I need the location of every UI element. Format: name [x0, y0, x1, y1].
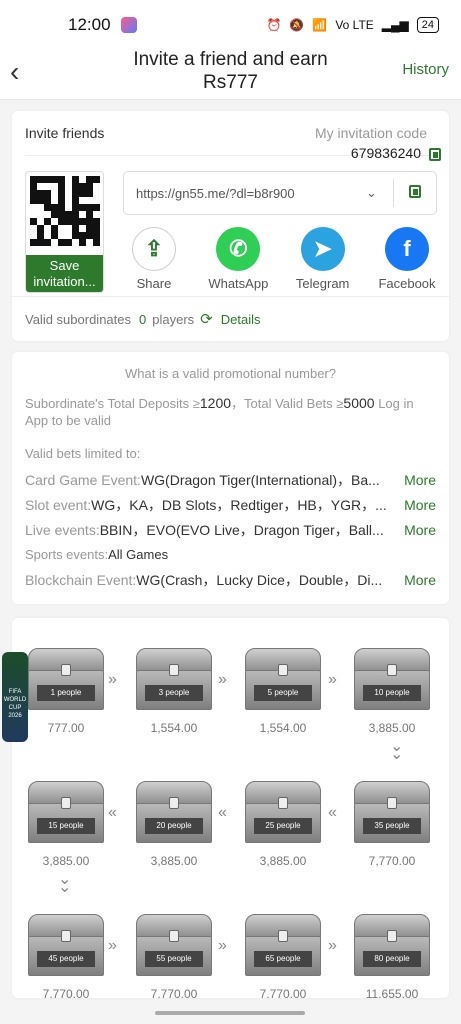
- history-link[interactable]: History: [402, 61, 449, 78]
- telegram-button[interactable]: ➤ Telegram: [289, 227, 357, 291]
- signal-icon: ▂▄▆: [381, 18, 409, 32]
- arrow-icon: ⌄ ⌄: [58, 871, 72, 896]
- bet-limit-row: Live events: BBIN，EVO(EVO Live，Dragon Ti…: [25, 521, 436, 538]
- share-button[interactable]: ⇪ Share: [120, 227, 188, 291]
- facebook-icon: f: [384, 227, 429, 271]
- telegram-icon: ➤: [300, 227, 345, 271]
- valid-count: 0: [139, 311, 147, 327]
- back-arrow-icon[interactable]: ‹: [10, 56, 19, 88]
- reward-chest[interactable]: 10 people: [354, 648, 430, 710]
- page-title: Invite a friend and earn Rs777: [133, 49, 328, 93]
- arrow-icon: »: [218, 671, 227, 688]
- bet-limit-row: Slot event: WG，KA，DB Slots，Redtiger，HB，Y…: [25, 496, 436, 513]
- valid-condition: Subordinate's Total Deposits ≥1200，Total…: [25, 395, 414, 428]
- fifa-badge[interactable]: FIFA WORLD CUP 2026: [2, 652, 28, 742]
- reward-amount: 3,885.00: [42, 854, 90, 868]
- chevron-down-icon[interactable]: ⌄: [350, 179, 394, 207]
- arrow-icon: «: [108, 804, 117, 821]
- reward-amount: 3,885.00: [368, 721, 416, 735]
- reward-amount: 7,770.00: [150, 987, 198, 998]
- qr-code-box: Save invitation...: [25, 171, 104, 293]
- arrow-icon: »: [328, 937, 337, 954]
- save-invitation-button[interactable]: Save invitation...: [26, 255, 103, 292]
- invite-link-text: https://gn55.me/?dl=b8r900: [136, 185, 295, 201]
- reward-chest[interactable]: 1 people: [28, 648, 104, 710]
- reward-chest[interactable]: 3 people: [136, 648, 212, 710]
- reward-chests: 1 people 777.00 3 people 1,554.00 5 people 1,…: [12, 618, 449, 998]
- reward-amount: 3,885.00: [150, 854, 198, 868]
- arrow-icon: «: [328, 804, 337, 821]
- reward-chest[interactable]: 45 people: [28, 914, 104, 976]
- arrow-icon: »: [108, 937, 117, 954]
- more-link[interactable]: More: [404, 522, 436, 538]
- reward-amount: 7,770.00: [368, 854, 416, 868]
- facebook-button[interactable]: f Facebook: [373, 227, 441, 291]
- home-indicator: [155, 1011, 305, 1015]
- reward-chest[interactable]: 20 people: [136, 781, 212, 843]
- arrow-icon: ⌄ ⌄: [390, 738, 404, 763]
- copy-code-icon[interactable]: [429, 148, 441, 161]
- refresh-icon[interactable]: ⟳: [200, 310, 213, 328]
- alarm-icon: ⏰: [266, 18, 282, 32]
- app-notification-icon: [120, 17, 137, 33]
- reward-amount: 11,655.00: [365, 987, 419, 998]
- limited-label: Valid bets limited to:: [25, 446, 141, 461]
- arrow-icon: »: [108, 671, 117, 688]
- invite-card: Invite friends My invitation code 679836…: [12, 111, 449, 341]
- invitation-code: 679836240: [350, 145, 421, 161]
- arrow-icon: «: [218, 804, 227, 821]
- share-icon: ⇪: [132, 227, 176, 271]
- more-link[interactable]: More: [404, 472, 436, 488]
- rules-question: What is a valid promotional number?: [125, 366, 336, 381]
- reward-chest[interactable]: 5 people: [245, 648, 321, 710]
- mute-icon: 🔕: [289, 18, 305, 32]
- more-link[interactable]: More: [404, 497, 436, 513]
- qr-code: [29, 176, 100, 246]
- reward-chest[interactable]: 55 people: [136, 914, 212, 976]
- wifi-icon: 📶: [312, 18, 328, 32]
- bet-limit-row: Card Game Event: WG(Dragon Tiger(Interna…: [25, 471, 436, 488]
- share-options: ⇪ Share ✆ WhatsApp ➤ Telegram f Facebook: [120, 227, 441, 291]
- bet-limit-row: Sports events: All Games: [25, 547, 169, 562]
- details-link[interactable]: Details: [221, 312, 261, 327]
- reward-amount: 1,554.00: [259, 721, 307, 735]
- network-label: Vo LTE: [335, 18, 374, 32]
- status-bar: 12:00 ⏰ 🔕 📶 Vo LTE ▂▄▆ 24: [0, 0, 461, 50]
- whatsapp-icon: ✆: [216, 227, 261, 271]
- invite-friends-label: Invite friends: [25, 125, 105, 141]
- reward-amount: 7,770.00: [42, 987, 90, 998]
- reward-chest[interactable]: 65 people: [245, 914, 321, 976]
- reward-amount: 777.00: [47, 721, 85, 735]
- arrow-icon: »: [218, 937, 227, 954]
- page-header: ‹ Invite a friend and earn Rs777 History: [0, 48, 461, 100]
- valid-subordinates: Valid subordinates 0 players ⟳ Details: [12, 296, 449, 341]
- bet-limit-row: Blockchain Event: WG(Crash，Lucky Dice，Do…: [25, 571, 436, 588]
- reward-chest[interactable]: 15 people: [28, 781, 104, 843]
- reward-chest[interactable]: 80 people: [354, 914, 430, 976]
- invite-link-field[interactable]: https://gn55.me/?dl=b8r900 ⌄: [123, 171, 437, 215]
- arrow-icon: »: [328, 671, 337, 688]
- reward-amount: 7,770.00: [259, 987, 307, 998]
- reward-chest[interactable]: 25 people: [245, 781, 321, 843]
- reward-amount: 3,885.00: [259, 854, 307, 868]
- copy-link-icon[interactable]: [409, 185, 421, 198]
- reward-chest[interactable]: 35 people: [354, 781, 430, 843]
- whatsapp-button[interactable]: ✆ WhatsApp: [204, 227, 272, 291]
- battery-icon: 24: [416, 17, 439, 33]
- reward-amount: 1,554.00: [150, 721, 198, 735]
- clock: 12:00: [68, 15, 111, 34]
- more-link[interactable]: More: [404, 572, 436, 588]
- invitation-code-label: My invitation code: [314, 125, 427, 141]
- rules-card: What is a valid promotional number? Subo…: [12, 352, 449, 604]
